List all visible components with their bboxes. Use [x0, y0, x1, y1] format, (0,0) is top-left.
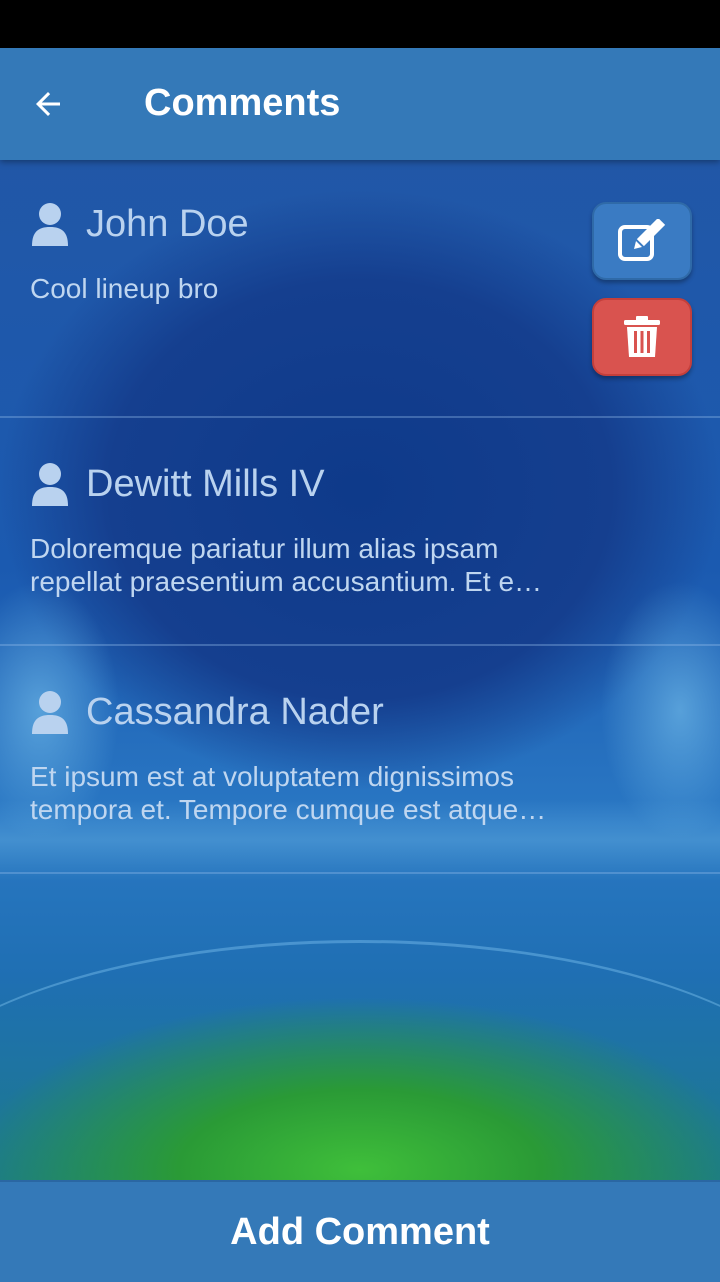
status-bar — [0, 0, 720, 48]
edit-comment-button[interactable] — [592, 202, 692, 280]
delete-comment-button[interactable] — [592, 298, 692, 376]
comment-author-row: Dewitt Mills IV — [30, 462, 325, 506]
page-title: Comments — [144, 82, 341, 124]
add-comment-button[interactable]: Add Comment — [0, 1180, 720, 1282]
comment-text: Et ipsum est at voluptatem dignissimos t… — [30, 761, 547, 825]
comment-author-row: Cassandra Nader — [30, 690, 384, 734]
comment-text: Doloremque pariatur illum alias ipsam re… — [30, 533, 543, 597]
comment-item[interactable]: Cassandra Nader Et ipsum est at voluptat… — [0, 646, 720, 874]
user-icon — [32, 691, 68, 734]
comment-text: Cool lineup bro — [30, 273, 219, 304]
arrow-left-icon — [36, 92, 60, 116]
back-button[interactable] — [20, 78, 76, 130]
stadium-arc — [0, 940, 720, 1180]
comment-author: Dewitt Mills IV — [86, 462, 325, 505]
comment-author: Cassandra Nader — [86, 690, 384, 733]
edit-icon — [618, 219, 666, 261]
comment-item[interactable]: John Doe Cool lineup bro — [0, 160, 720, 418]
user-icon — [32, 463, 68, 506]
user-icon — [32, 203, 68, 246]
trash-icon — [624, 316, 660, 357]
comment-author: John Doe — [86, 202, 249, 245]
app-bar: Comments — [0, 48, 720, 160]
comment-author-row: John Doe — [30, 202, 249, 246]
comment-item[interactable]: Dewitt Mills IV Doloremque pariatur illu… — [0, 418, 720, 646]
